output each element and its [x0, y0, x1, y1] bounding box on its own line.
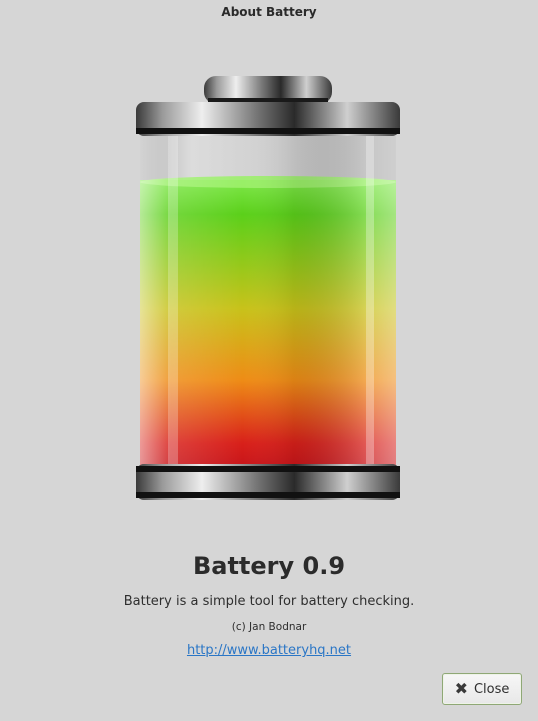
close-button[interactable]: ✖ Close — [442, 673, 522, 705]
copyright-text: (c) Jan Bodnar — [231, 621, 307, 633]
window-title: About Battery — [221, 5, 317, 19]
program-description: Battery is a simple tool for battery che… — [123, 594, 415, 609]
close-button-label: Close — [473, 681, 510, 697]
program-name: Battery 0.9 — [192, 552, 346, 580]
battery-logo — [136, 76, 400, 500]
website-link-container: http://www.batteryhq.net — [0, 643, 538, 658]
website-link[interactable]: http://www.batteryhq.net — [187, 643, 351, 658]
close-icon: ✖ — [454, 679, 468, 698]
